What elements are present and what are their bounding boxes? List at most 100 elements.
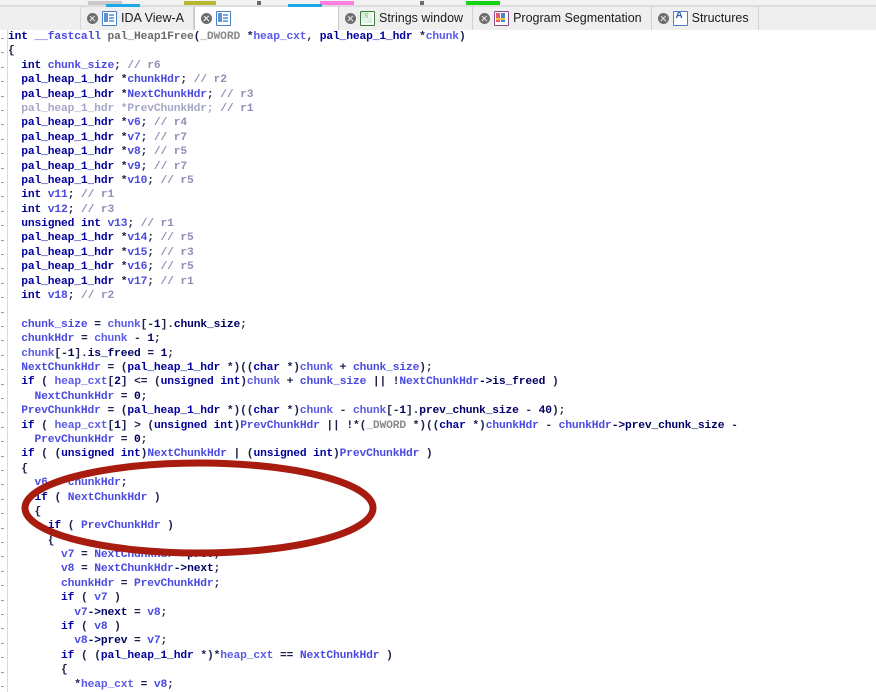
- code-line[interactable]: pal_heap_1_hdr *v10; // r5: [8, 174, 876, 188]
- gutter-tick: [1, 369, 4, 371]
- code-line[interactable]: [8, 303, 876, 317]
- gutter-tick: [1, 153, 4, 155]
- code-line[interactable]: v6 = chunkHdr;: [8, 476, 876, 490]
- code-line[interactable]: chunk_size = chunk[-1].chunk_size;: [8, 318, 876, 332]
- gutter-tick: [1, 398, 4, 399]
- gutter-tick: [1, 167, 4, 169]
- gutter-tick: [1, 686, 4, 687]
- code-line[interactable]: int v12; // r3: [8, 203, 876, 217]
- gutter-tick: [1, 498, 4, 500]
- gutter-tick: [1, 383, 4, 385]
- close-icon[interactable]: [87, 13, 98, 24]
- code-line[interactable]: *heap_cxt = v8;: [8, 678, 876, 692]
- program-segmentation-icon: [494, 11, 510, 26]
- gutter-tick: [1, 671, 4, 673]
- code-line[interactable]: chunkHdr = chunk - 1;: [8, 332, 876, 346]
- code-line[interactable]: if ( v7 ): [8, 591, 876, 605]
- gutter-tick: [1, 585, 4, 587]
- code-line[interactable]: int chunk_size; // r6: [8, 59, 876, 73]
- gutter-tick: [1, 81, 4, 83]
- code-line[interactable]: int v18; // r2: [8, 289, 876, 303]
- gutter-tick: [1, 182, 4, 183]
- code-line[interactable]: if ( (unsigned int)NextChunkHdr | (unsig…: [8, 447, 876, 461]
- code-line[interactable]: if ( PrevChunkHdr ): [8, 519, 876, 533]
- code-line[interactable]: if ( heap_cxt[1] > (unsigned int)PrevChu…: [8, 419, 876, 433]
- tab-label: Program Segmentation: [513, 11, 642, 26]
- code-line[interactable]: v7 = NextChunkHdr->prev;: [8, 548, 876, 562]
- code-line[interactable]: chunk[-1].is_freed = 1;: [8, 347, 876, 361]
- gutter-tick: [1, 52, 4, 54]
- code-line[interactable]: NextChunkHdr = 0;: [8, 390, 876, 404]
- code-line[interactable]: if ( v8 ): [8, 620, 876, 634]
- gutter-tick: [1, 426, 4, 428]
- close-icon[interactable]: [657, 13, 669, 24]
- code-line[interactable]: pal_heap_1_hdr *v15; // r3: [8, 246, 876, 260]
- code-line[interactable]: {: [8, 462, 876, 476]
- code-line[interactable]: {: [8, 505, 876, 519]
- gutter-tick: [1, 66, 4, 68]
- navigator-segment: [257, 1, 261, 5]
- tab-structures[interactable]: Structures: [651, 7, 759, 30]
- tab-label: Structures: [691, 11, 749, 26]
- code-line[interactable]: pal_heap_1_hdr *v9; // r7: [8, 160, 876, 174]
- gutter-tick: [1, 570, 4, 572]
- code-line[interactable]: int __fastcall pal_Heap1Free(_DWORD *hea…: [8, 30, 876, 44]
- code-line[interactable]: chunkHdr = PrevChunkHdr;: [8, 577, 876, 591]
- code-line[interactable]: {: [8, 663, 876, 677]
- tab-bar[interactable]: IDA View-A Strings window Program Segmen…: [0, 7, 876, 31]
- code-line[interactable]: v8->prev = v7;: [8, 634, 876, 648]
- navigator-segment: [420, 1, 424, 5]
- code-line[interactable]: pal_heap_1_hdr *v7; // r7: [8, 131, 876, 145]
- code-line[interactable]: int v11; // r1: [8, 188, 876, 202]
- gutter-tick: [1, 124, 4, 126]
- code-line[interactable]: if ( heap_cxt[2] <= (unsigned int)chunk …: [8, 375, 876, 389]
- close-icon[interactable]: [345, 13, 356, 24]
- tab-program-segmentation[interactable]: Program Segmentation: [473, 7, 652, 30]
- code-line[interactable]: pal_heap_1_hdr *PrevChunkHdr; // r1: [8, 102, 876, 116]
- tab-ida-view-a[interactable]: IDA View-A: [81, 7, 194, 30]
- code-line[interactable]: pal_heap_1_hdr *chunkHdr; // r2: [8, 73, 876, 87]
- tab-bar-left-spacer: [0, 7, 81, 30]
- code-line[interactable]: NextChunkHdr = (pal_heap_1_hdr *)((char …: [8, 361, 876, 375]
- code-line[interactable]: if ( (pal_heap_1_hdr *)*heap_cxt == Next…: [8, 649, 876, 663]
- code-line[interactable]: pal_heap_1_hdr *v6; // r4: [8, 116, 876, 130]
- close-icon[interactable]: [479, 13, 491, 24]
- gutter-tick: [1, 614, 4, 615]
- gutter-tick: [1, 282, 4, 284]
- gutter-tick: [1, 628, 4, 630]
- code-line[interactable]: if ( NextChunkHdr ): [8, 491, 876, 505]
- gutter-tick: [1, 297, 4, 299]
- code-line[interactable]: PrevChunkHdr = 0;: [8, 433, 876, 447]
- pseudocode-pane[interactable]: int __fastcall pal_Heap1Free(_DWORD *hea…: [0, 30, 876, 692]
- gutter-tick: [1, 556, 4, 558]
- code-line[interactable]: {: [8, 534, 876, 548]
- code-line[interactable]: pal_heap_1_hdr *v14; // r5: [8, 231, 876, 245]
- code-line[interactable]: pal_heap_1_hdr *v17; // r1: [8, 275, 876, 289]
- tab-pseudocode[interactable]: [194, 7, 339, 30]
- navigator-band[interactable]: [0, 0, 876, 7]
- code-line[interactable]: {: [8, 44, 876, 58]
- gutter-tick: [1, 527, 4, 529]
- tab-label: IDA View-A: [121, 11, 184, 26]
- gutter-tick: [1, 311, 4, 313]
- code-line[interactable]: v7->next = v8;: [8, 606, 876, 620]
- code-line[interactable]: pal_heap_1_hdr *NextChunkHdr; // r3: [8, 88, 876, 102]
- tab-strings-window[interactable]: Strings window: [339, 7, 474, 30]
- gutter-tick: [1, 95, 4, 97]
- gutter-tick: [1, 326, 4, 327]
- pseudocode-text[interactable]: int __fastcall pal_Heap1Free(_DWORD *hea…: [8, 30, 876, 692]
- code-line[interactable]: pal_heap_1_hdr *v16; // r5: [8, 260, 876, 274]
- gutter-tick: [1, 412, 4, 414]
- pseudocode-icon: [216, 11, 231, 26]
- code-line[interactable]: pal_heap_1_hdr *v8; // r5: [8, 145, 876, 159]
- code-line[interactable]: PrevChunkHdr = (pal_heap_1_hdr *)((char …: [8, 404, 876, 418]
- code-line[interactable]: unsigned int v13; // r1: [8, 217, 876, 231]
- gutter-tick: [1, 542, 4, 543]
- structures-icon: [672, 11, 688, 26]
- gutter-tick: [1, 484, 4, 486]
- gutter-tick: [1, 254, 4, 255]
- code-line[interactable]: v8 = NextChunkHdr->next;: [8, 562, 876, 576]
- gutter-tick: [1, 138, 4, 140]
- gutter-tick: [1, 110, 4, 111]
- close-icon[interactable]: [201, 13, 212, 24]
